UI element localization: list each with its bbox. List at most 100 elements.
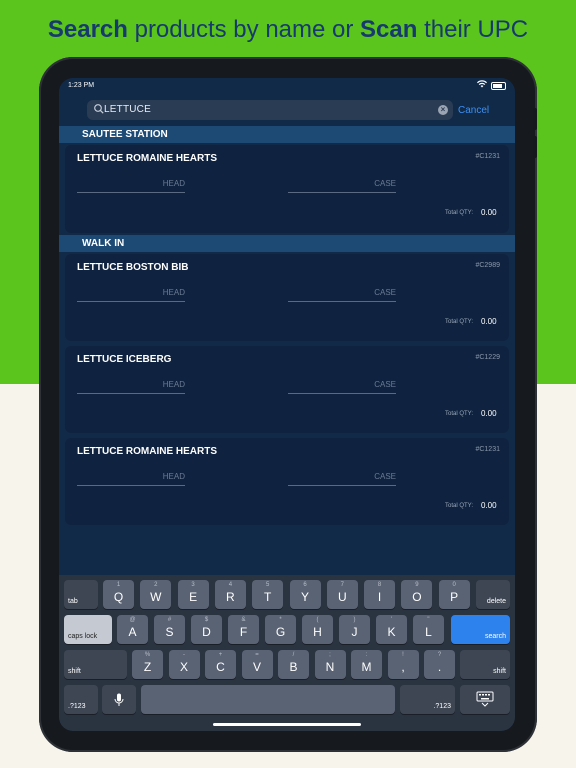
microphone-icon: [114, 693, 124, 706]
key-alt-label: 2: [154, 582, 158, 588]
key-a[interactable]: @ A: [117, 615, 148, 644]
key-r[interactable]: 4R: [214, 580, 246, 609]
key-label: B: [289, 660, 298, 674]
key-alt-label: ": [427, 617, 430, 623]
key-j[interactable]: ) J: [339, 615, 370, 644]
head-qty-field[interactable]: HEAD: [77, 471, 185, 486]
tab-key[interactable]: tab: [64, 580, 98, 609]
case-qty-field[interactable]: CASE: [288, 379, 396, 394]
key-label: V: [252, 660, 261, 674]
numbers-key-left[interactable]: .?123: [64, 685, 98, 714]
key-label: M: [361, 660, 372, 674]
key-v[interactable]: = V: [241, 650, 273, 679]
key-label: Y: [300, 590, 309, 604]
key-k[interactable]: ' K: [376, 615, 407, 644]
key-t[interactable]: 5T: [252, 580, 284, 609]
head-qty-field[interactable]: HEAD: [77, 379, 185, 394]
case-qty-field[interactable]: CASE: [288, 471, 396, 486]
shift-right-key[interactable]: shift: [460, 650, 510, 679]
volume-button: [533, 108, 537, 130]
key-alt-label: :: [365, 652, 368, 658]
case-qty-field[interactable]: CASE: [288, 178, 396, 193]
numbers-key-right[interactable]: .?123: [400, 685, 455, 714]
key-label: E: [189, 590, 198, 604]
product-name: LETTUCE ICEBERG: [77, 354, 172, 365]
product-code: #C1231: [475, 153, 500, 160]
hide-keyboard-key[interactable]: [460, 685, 510, 714]
key-g[interactable]: * G: [265, 615, 296, 644]
key-c[interactable]: + C: [205, 650, 236, 679]
head-qty-field[interactable]: HEAD: [77, 287, 185, 302]
key-alt-label: (: [316, 617, 319, 623]
key-s[interactable]: # S: [154, 615, 185, 644]
key-label: C: [216, 660, 225, 674]
key-alt-label: 4: [228, 582, 233, 588]
key-n[interactable]: ; N: [314, 650, 346, 679]
key-alt-label: $: [204, 617, 209, 623]
list-item[interactable]: LETTUCE ROMAINE HEARTS #C1231 HEAD CASE …: [65, 145, 509, 233]
section-header: WALK IN: [59, 235, 515, 252]
dictation-key[interactable]: [102, 685, 136, 714]
search-key[interactable]: search: [451, 615, 510, 644]
key-comma[interactable]: !,: [387, 650, 419, 679]
space-key[interactable]: [141, 685, 395, 714]
key-alt-label: =: [255, 652, 259, 658]
key-l[interactable]: " L: [413, 615, 444, 644]
key-label: N: [325, 660, 335, 674]
key-alt-label: %: [144, 652, 151, 658]
cancel-button[interactable]: Cancel: [458, 105, 489, 116]
key-label: A: [128, 625, 137, 639]
key-o[interactable]: 9O: [401, 580, 433, 609]
shift-left-key[interactable]: shift: [64, 650, 127, 679]
key-label: S: [165, 625, 174, 639]
total-qty-label: Total QTY:: [445, 503, 474, 509]
total-qty-value: 0.00: [481, 208, 497, 217]
headline: Search products by name or Scan their UP…: [47, 16, 529, 43]
key-x[interactable]: -X: [168, 650, 200, 679]
key-y[interactable]: 6Y: [289, 580, 321, 609]
key-w[interactable]: 2W: [140, 580, 172, 609]
key-h[interactable]: (H: [302, 615, 333, 644]
key-label: W: [150, 590, 162, 604]
key-u[interactable]: 7U: [326, 580, 358, 609]
total-qty-label: Total QTY:: [445, 319, 474, 325]
list-item[interactable]: LETTUCE BOSTON BIB #C2989 HEAD CASE Tota…: [65, 254, 509, 341]
key-q[interactable]: 1Q: [103, 580, 134, 609]
key-m[interactable]: :M: [351, 650, 382, 679]
key-i[interactable]: 8I: [364, 580, 396, 609]
list-item[interactable]: LETTUCE ICEBERG #C1229 HEAD CASE Total Q…: [65, 346, 509, 433]
key-alt-label: 1: [116, 582, 121, 588]
key-alt-label: -: [183, 652, 185, 658]
product-name: LETTUCE ROMAINE HEARTS: [77, 446, 217, 457]
key-e[interactable]: 3E: [177, 580, 209, 609]
total-qty-label: Total QTY:: [445, 411, 474, 417]
wifi-icon: [477, 80, 487, 90]
status-bar: 1:23 PM: [59, 78, 515, 94]
list-item[interactable]: LETTUCE ROMAINE HEARTS #C1231 HEAD CASE …: [65, 438, 509, 525]
status-time: 1:23 PM: [68, 82, 95, 89]
key-d[interactable]: $ D: [191, 615, 222, 644]
volume-button: [533, 136, 537, 158]
case-qty-field[interactable]: CASE: [288, 287, 396, 302]
key-z[interactable]: % Z: [132, 650, 163, 679]
key-f[interactable]: & F: [228, 615, 259, 644]
key-period[interactable]: ?.: [424, 650, 455, 679]
section-header: SAUTEE STATION: [59, 126, 515, 143]
key-alt-label: @: [129, 617, 136, 623]
key-alt-label: /: [292, 652, 295, 658]
key-label: F: [239, 625, 248, 639]
head-qty-field[interactable]: HEAD: [77, 178, 185, 193]
key-p[interactable]: 0P: [438, 580, 470, 609]
key-b[interactable]: / B: [278, 650, 309, 679]
search-input[interactable]: LETTUCE ×: [87, 100, 453, 120]
battery-icon: [491, 82, 506, 90]
key-alt-label: +: [218, 652, 223, 658]
key-label: X: [179, 660, 188, 674]
clear-icon[interactable]: ×: [438, 105, 448, 115]
product-name: LETTUCE ROMAINE HEARTS: [77, 153, 217, 164]
delete-key[interactable]: delete: [476, 580, 510, 609]
caps-lock-key[interactable]: caps lock: [64, 615, 112, 644]
key-alt-label: ?: [437, 652, 442, 658]
key-label: D: [202, 625, 211, 639]
key-label: T: [264, 590, 272, 604]
